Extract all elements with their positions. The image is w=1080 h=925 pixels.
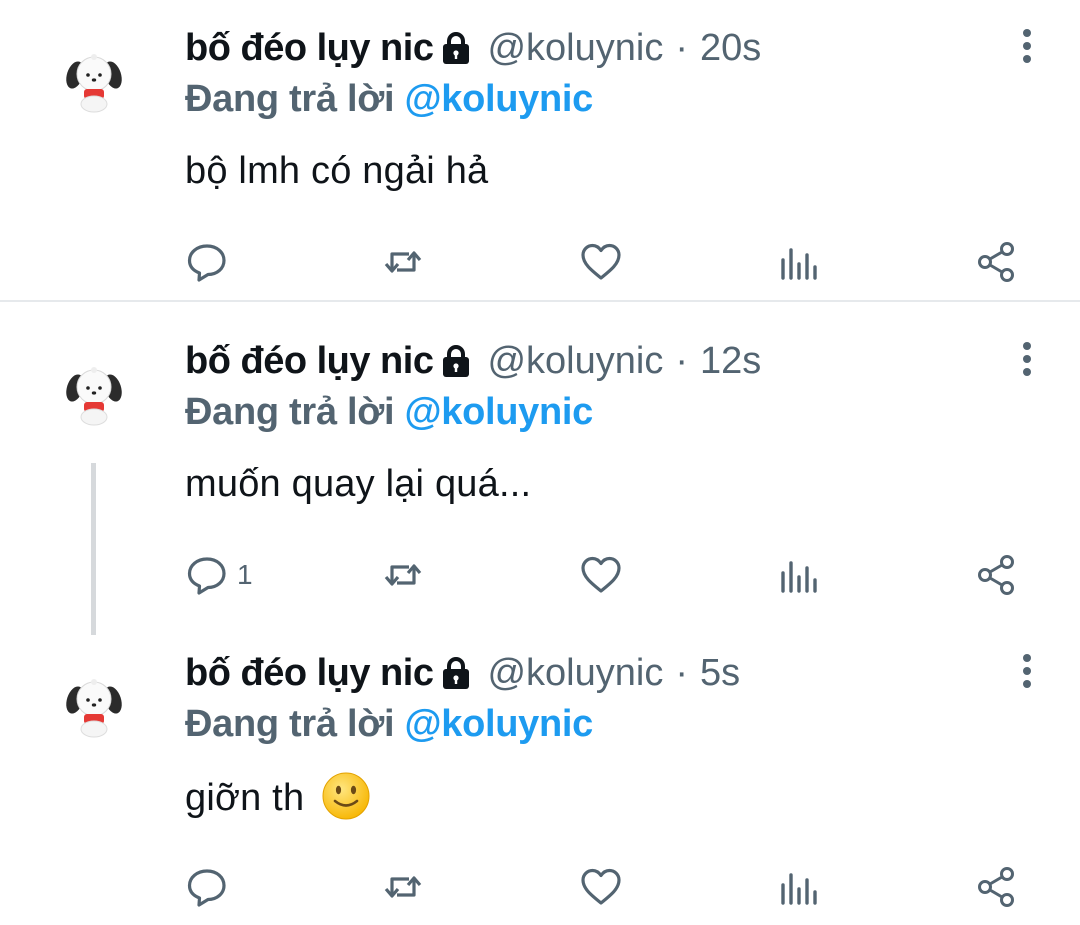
heart-icon: [581, 243, 621, 280]
pochacco-avatar-image: [60, 359, 128, 427]
author-handle[interactable]: @koluynic: [487, 652, 663, 695]
thread-connector-line: [91, 463, 96, 635]
share-icon: [978, 555, 1014, 595]
pochacco-avatar-image: [60, 46, 128, 114]
avatar[interactable]: [58, 357, 130, 429]
timestamp[interactable]: 5s: [700, 652, 740, 695]
views-button[interactable]: [777, 238, 821, 286]
reply-mention-link[interactable]: @koluynic: [405, 391, 594, 433]
like-button[interactable]: [579, 863, 623, 911]
retweet-icon: [384, 564, 422, 586]
replying-to: Đang trả lời @koluynic: [185, 78, 593, 121]
tweet-text-content: muốn quay lại quá...: [185, 463, 532, 505]
lock-icon: [439, 30, 473, 66]
tweet-header: bố đéo lụy nic @koluynic · 5s: [185, 651, 740, 695]
reply-button[interactable]: [185, 863, 237, 911]
share-button[interactable]: [975, 238, 1019, 286]
more-vertical-icon[interactable]: [1012, 26, 1042, 66]
share-button[interactable]: [975, 863, 1019, 911]
tweet-text: bộ lmh có ngải hả: [185, 150, 488, 193]
separator-dot: ·: [675, 339, 688, 382]
reply-button[interactable]: [185, 238, 237, 286]
views-bar-chart-icon: [781, 873, 817, 905]
heart-icon: [581, 868, 621, 905]
views-bar-chart-icon: [781, 561, 817, 593]
tweet-actions: [185, 238, 1030, 286]
reply-count: 1: [237, 559, 253, 590]
retweet-button[interactable]: [381, 238, 425, 286]
tweet-text-content: bộ lmh có ngải hả: [185, 150, 489, 192]
tweet-1[interactable]: bố đéo lụy nic @koluynic · 20s Đang trả …: [0, 0, 1080, 300]
avatar[interactable]: [58, 44, 130, 116]
reply-icon: [187, 557, 226, 595]
tweet-actions: [185, 863, 1030, 911]
share-icon: [978, 867, 1014, 907]
retweet-button[interactable]: [381, 551, 425, 599]
tweet-actions: 1: [185, 551, 1030, 599]
author-handle[interactable]: @koluynic: [487, 340, 663, 383]
share-icon: [978, 242, 1014, 282]
views-bar-chart-icon: [781, 248, 817, 280]
views-button[interactable]: [777, 551, 821, 599]
tweet-text: giỡn th: [185, 772, 371, 825]
tweet-text: muốn quay lại quá...: [185, 463, 531, 506]
slightly-smiling-face-emoji: [321, 771, 371, 821]
separator-dot: ·: [675, 26, 688, 69]
tweet-header: bố đéo lụy nic @koluynic · 20s: [185, 26, 761, 70]
timestamp[interactable]: 20s: [700, 27, 761, 70]
retweet-button[interactable]: [381, 863, 425, 911]
share-button[interactable]: [975, 551, 1019, 599]
reply-button[interactable]: 1: [185, 551, 253, 599]
timestamp[interactable]: 12s: [700, 340, 761, 383]
separator-dot: ·: [675, 651, 688, 694]
lock-icon: [439, 343, 473, 379]
tweet-divider: [0, 300, 1080, 302]
replying-to-label: Đang trả lời: [185, 391, 395, 433]
views-button[interactable]: [777, 863, 821, 911]
reply-icon: [187, 244, 226, 282]
retweet-icon: [384, 876, 422, 898]
avatar[interactable]: [58, 669, 130, 741]
replying-to-label: Đang trả lời: [185, 78, 395, 120]
author-name[interactable]: bố đéo lụy nic: [185, 652, 434, 695]
heart-icon: [581, 556, 621, 593]
tweet-3[interactable]: bố đéo lụy nic @koluynic · 5s Đang trả l…: [0, 625, 1080, 925]
retweet-icon: [384, 251, 422, 273]
like-button[interactable]: [579, 551, 623, 599]
replying-to-label: Đang trả lời: [185, 703, 395, 745]
lock-icon: [439, 655, 473, 691]
replying-to: Đang trả lời @koluynic: [185, 703, 593, 746]
tweet-text-content: giỡn th: [185, 777, 305, 820]
replying-to: Đang trả lời @koluynic: [185, 391, 593, 434]
tweet-header: bố đéo lụy nic @koluynic · 12s: [185, 339, 761, 383]
more-vertical-icon[interactable]: [1012, 651, 1042, 691]
more-vertical-icon[interactable]: [1012, 339, 1042, 379]
author-name[interactable]: bố đéo lụy nic: [185, 340, 434, 383]
author-name[interactable]: bố đéo lụy nic: [185, 27, 434, 70]
reply-mention-link[interactable]: @koluynic: [405, 703, 594, 745]
reply-icon: [187, 869, 226, 907]
author-handle[interactable]: @koluynic: [487, 27, 663, 70]
pochacco-avatar-image: [60, 671, 128, 739]
reply-mention-link[interactable]: @koluynic: [405, 78, 594, 120]
like-button[interactable]: [579, 238, 623, 286]
tweet-2[interactable]: bố đéo lụy nic @koluynic · 12s Đang trả …: [0, 313, 1080, 635]
